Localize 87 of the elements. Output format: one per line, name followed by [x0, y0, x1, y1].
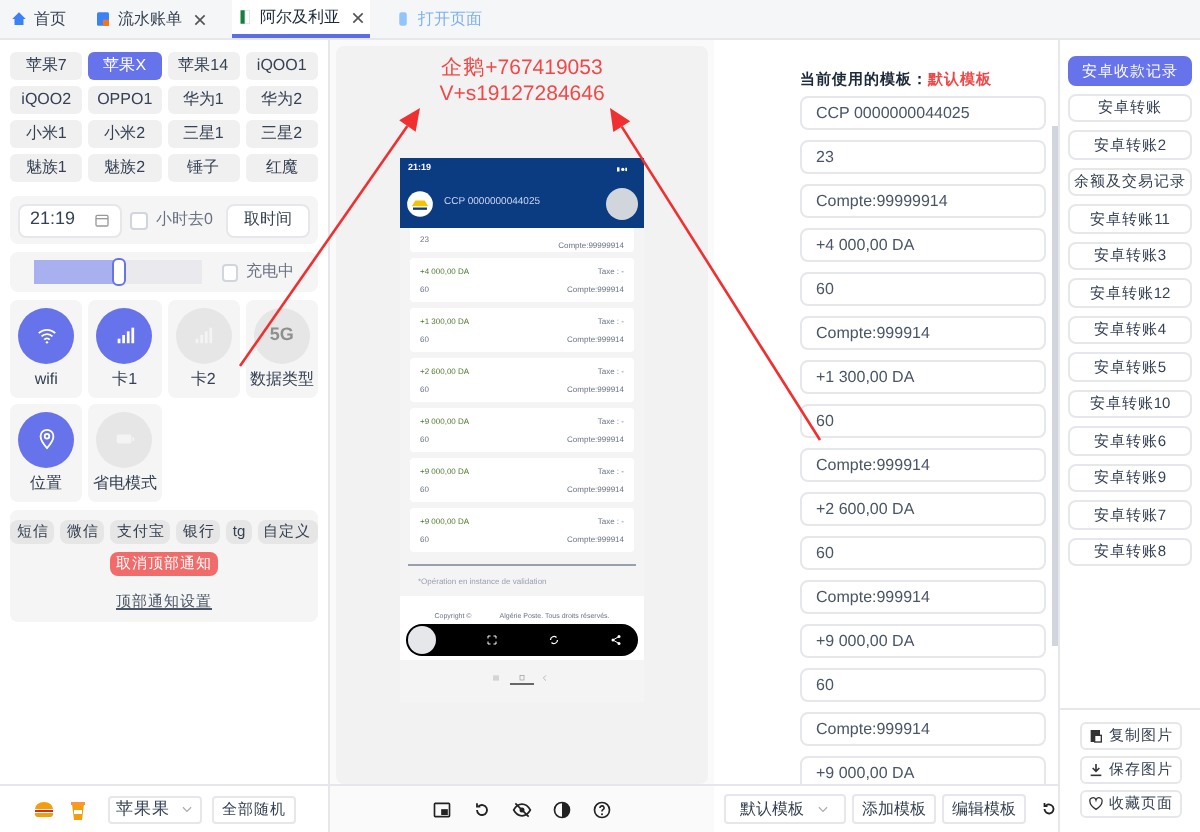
home-icon	[10, 10, 28, 28]
device-button[interactable]: 华为1	[167, 86, 240, 114]
text-field[interactable]: CCP 0000000044025	[800, 96, 1046, 131]
checkbox[interactable]	[221, 263, 238, 281]
close-icon[interactable]	[350, 9, 366, 25]
heart-icon	[1087, 796, 1103, 812]
text-field[interactable]: 60	[800, 272, 1046, 307]
text-field[interactable]: Compte:99999914	[800, 184, 1046, 219]
device-button[interactable]: 小米2	[88, 120, 161, 148]
text-field[interactable]: Compte:999914	[800, 712, 1046, 747]
device-button[interactable]: 苹果X	[88, 52, 161, 80]
download-icon	[1087, 762, 1103, 778]
avatar	[606, 188, 638, 220]
toggle-label: 位置	[30, 471, 63, 495]
battery-slider[interactable]	[34, 260, 202, 284]
calendar-icon	[94, 212, 110, 228]
page-icon	[394, 10, 412, 28]
scrollbar[interactable]	[1052, 126, 1058, 646]
device-button[interactable]: OPPO1	[88, 86, 161, 114]
device-button[interactable]: 华为2	[245, 86, 318, 114]
time-field[interactable]: 21:19	[18, 203, 122, 237]
toggle-label: 数据类型	[249, 367, 314, 391]
get-time-button[interactable]: 取时间	[226, 203, 310, 237]
text-field[interactable]: 23	[800, 140, 1046, 175]
toggle-label: 省电模式	[92, 471, 157, 495]
device-button[interactable]: 红魔	[245, 154, 318, 182]
text-field[interactable]: +2 600,00 DA	[800, 492, 1046, 527]
thumbnail	[408, 626, 436, 655]
add-template-button[interactable]: 添加模板	[852, 794, 936, 824]
device-button[interactable]: 小米1	[10, 120, 83, 148]
device-button[interactable]: 魅族1	[10, 154, 83, 182]
contrast-icon[interactable]	[552, 799, 572, 819]
text-field[interactable]: +9 000,00 DA	[800, 756, 1046, 784]
eye-off-icon[interactable]	[512, 799, 532, 819]
text-field[interactable]: 60	[800, 668, 1046, 703]
text-field[interactable]: +4 000,00 DA	[800, 228, 1046, 263]
checkbox[interactable]	[130, 211, 148, 229]
picture-in-picture-icon[interactable]	[432, 799, 452, 819]
refresh-icon[interactable]	[1040, 800, 1058, 818]
burger-icon	[32, 797, 56, 821]
text-field[interactable]: +1 300,00 DA	[800, 360, 1046, 395]
device-button[interactable]: 三星1	[167, 120, 240, 148]
crop-icon	[486, 634, 498, 647]
location-pin-icon	[35, 428, 58, 450]
device-button[interactable]: iQOO2	[10, 86, 83, 114]
contact-text: V+s19127284646	[439, 82, 605, 108]
flag-icon	[236, 8, 254, 26]
phone-select[interactable]: 苹果果	[108, 795, 202, 823]
toggle-button[interactable]	[18, 411, 75, 467]
wifi-icon	[35, 324, 58, 346]
help-icon[interactable]	[592, 799, 612, 819]
device-button[interactable]: 苹果7	[10, 52, 83, 80]
text-field[interactable]: Compte:999914	[800, 316, 1046, 351]
toggle-label: wifi	[34, 367, 58, 391]
toggle-label: 卡1	[112, 367, 138, 391]
toggle-button[interactable]	[96, 307, 153, 363]
rotate-icon	[548, 634, 560, 647]
signal-icon	[113, 324, 136, 346]
rotate-icon[interactable]	[472, 799, 492, 819]
document-icon	[94, 10, 112, 28]
template-select[interactable]: 默认模板	[724, 794, 846, 824]
text-field[interactable]: Compte:999914	[800, 448, 1046, 483]
device-button[interactable]: 锤子	[167, 154, 240, 182]
edit-template-button[interactable]: 编辑模板	[942, 794, 1026, 824]
device-button[interactable]: 三星2	[245, 120, 318, 148]
tab[interactable]: 阿尔及利亚	[232, 0, 370, 38]
chevron-down-icon	[180, 802, 194, 816]
toggle-label: 卡2	[190, 367, 216, 391]
chevron-down-icon	[816, 802, 830, 816]
toggle-button[interactable]	[18, 307, 75, 363]
text-field[interactable]: Compte:999914	[800, 580, 1046, 615]
checkbox-label: 充电中	[246, 260, 294, 284]
text-field[interactable]: 60	[800, 404, 1046, 439]
cup-icon	[66, 797, 90, 821]
bank-logo-icon	[406, 190, 434, 218]
share-icon	[610, 634, 622, 647]
close-icon[interactable]	[192, 11, 208, 27]
tab[interactable]: 流水账单	[90, 0, 212, 38]
copy-icon	[1087, 728, 1103, 744]
device-button[interactable]: 魅族2	[88, 154, 161, 182]
text-field[interactable]: 60	[800, 536, 1046, 571]
device-button[interactable]: 苹果14	[167, 52, 240, 80]
device-button[interactable]: iQOO1	[245, 52, 318, 80]
checkbox-label: 小时去0	[156, 208, 213, 232]
tab[interactable]: 首页	[6, 0, 70, 38]
contact-text: 企鹅+767419053	[441, 56, 603, 82]
text-field[interactable]: +9 000,00 DA	[800, 624, 1046, 659]
